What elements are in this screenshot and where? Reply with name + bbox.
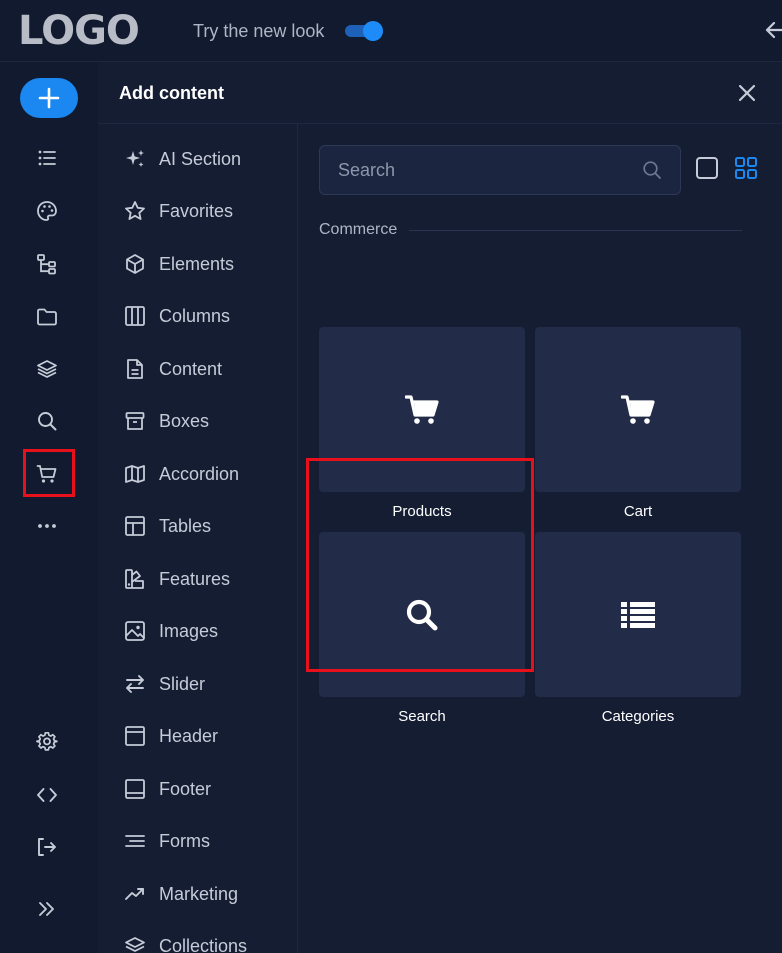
folder-icon[interactable] — [34, 304, 60, 330]
icon-rail — [0, 62, 98, 953]
top-bar: LOGO Try the new look — [0, 0, 782, 62]
code-icon[interactable] — [34, 782, 60, 808]
category-item[interactable]: Footer — [124, 775, 211, 803]
list-icon[interactable] — [34, 145, 60, 171]
toggle-knob — [363, 21, 383, 41]
forms-icon — [125, 835, 145, 847]
category-item[interactable]: Images — [124, 617, 218, 645]
stack-icon — [125, 937, 145, 952]
search-input[interactable] — [320, 146, 630, 194]
document-icon — [127, 359, 143, 379]
shapes-icon — [125, 569, 144, 589]
tile-cart[interactable] — [535, 327, 741, 492]
new-look-toggle[interactable] — [345, 21, 383, 41]
close-icon[interactable] — [736, 82, 758, 104]
columns-icon — [125, 306, 145, 326]
logo: LOGO — [18, 8, 140, 54]
category-item[interactable]: Favorites — [124, 197, 233, 225]
category-item[interactable]: Slider — [124, 670, 205, 698]
category-item[interactable]: Header — [124, 722, 218, 750]
cube-icon — [126, 254, 144, 274]
more-icon[interactable] — [34, 513, 60, 539]
single-view-icon[interactable] — [695, 156, 719, 180]
app-window: LOGO Try the new look Add content AI Sec… — [0, 0, 782, 953]
search-icon — [643, 161, 661, 179]
search-icon[interactable] — [34, 408, 60, 434]
trend-icon — [125, 888, 144, 900]
image-icon — [125, 621, 145, 641]
tile-label: Cart — [623, 503, 653, 520]
settings-icon[interactable] — [34, 729, 60, 755]
try-new-look-label: Try the new look — [193, 21, 325, 41]
table-icon — [125, 516, 145, 536]
section-divider — [409, 230, 742, 231]
tile-categories[interactable] — [535, 532, 741, 697]
plus-icon — [38, 87, 60, 109]
category-item[interactable]: Features — [124, 565, 230, 593]
search-tile-highlight-box — [306, 458, 534, 672]
expand-icon[interactable] — [34, 896, 60, 922]
category-item[interactable]: Elements — [124, 250, 234, 278]
category-item[interactable]: Marketing — [124, 880, 238, 908]
map-icon — [125, 465, 145, 483]
category-item[interactable]: Content — [124, 355, 222, 383]
sitemap-icon[interactable] — [34, 251, 60, 277]
add-content-button[interactable] — [20, 78, 78, 118]
palette-icon[interactable] — [34, 198, 60, 224]
cart-highlight-box — [23, 449, 75, 497]
search-field[interactable] — [319, 145, 681, 195]
grid-view-icon[interactable] — [734, 156, 758, 180]
category-item[interactable]: AI Section — [124, 145, 241, 173]
footer-icon — [125, 779, 145, 799]
cart-icon — [405, 394, 439, 424]
header-icon — [125, 726, 145, 746]
list-icon — [621, 601, 655, 628]
category-item[interactable]: Boxes — [124, 407, 209, 435]
layers-icon[interactable] — [34, 356, 60, 382]
panel-title: Add content — [119, 83, 224, 103]
category-item[interactable]: Accordion — [124, 460, 239, 488]
star-icon — [125, 201, 145, 220]
category-item[interactable]: Forms — [124, 827, 210, 855]
logout-icon[interactable] — [34, 834, 60, 860]
category-item[interactable]: Collections — [124, 932, 247, 953]
cart-icon — [621, 394, 655, 424]
category-item[interactable]: Tables — [124, 512, 211, 540]
tile-label: Search — [398, 708, 446, 725]
box-icon — [125, 412, 145, 430]
category-list: AI Section Favorites Elements Columns Co… — [98, 124, 298, 953]
section-label: Commerce — [319, 221, 398, 238]
sparkles-icon — [126, 150, 144, 167]
arrow-left-icon[interactable] — [764, 18, 782, 42]
arrows-icon — [126, 675, 144, 693]
tile-label: Categories — [601, 708, 675, 725]
panel-header: Add content — [98, 62, 782, 124]
category-item[interactable]: Columns — [124, 302, 230, 330]
